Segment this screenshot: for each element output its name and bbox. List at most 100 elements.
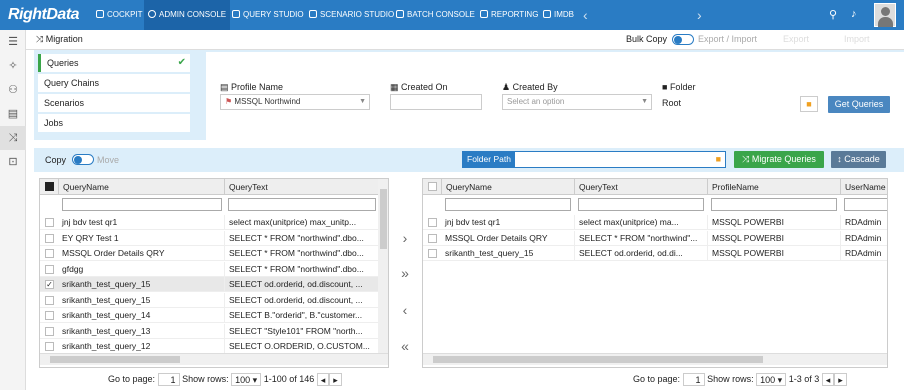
page-input[interactable]: 1	[682, 373, 705, 386]
move-all-right-button[interactable]: »	[395, 265, 415, 281]
cell-querytext: select max(unitprice) ma...	[574, 215, 706, 230]
lock-icon[interactable]: ⊡	[0, 150, 26, 174]
database-sidebar-icon[interactable]: ▤	[0, 102, 26, 126]
scenario-icon	[309, 10, 317, 18]
nav-reporting[interactable]: REPORTING	[476, 0, 542, 30]
filter-querytext-input[interactable]	[228, 198, 376, 211]
page-range: 1-3 of 3	[788, 373, 820, 384]
get-queries-button[interactable]: Get Queries	[828, 96, 890, 113]
link-icon[interactable]: ⚲	[829, 8, 837, 21]
app-logo[interactable]: RightData	[8, 6, 80, 24]
table-row[interactable]: MSSQL Order Details QRY SELECT * FROM "no…	[423, 230, 887, 246]
filter-queryname-input[interactable]	[62, 198, 222, 211]
prev-page-button[interactable]: ◂	[316, 373, 330, 386]
profile-name-select[interactable]: ⚑ MSSQL Northwind ▼	[220, 94, 370, 110]
copy-label: Copy	[45, 155, 67, 165]
select-all-checkbox[interactable]	[45, 182, 54, 191]
migration-icon[interactable]: ⤨	[0, 126, 26, 150]
table-row[interactable]: srikanth_test_query_15 SELECT od.orderid,…	[40, 292, 378, 308]
created-by-label: ♟ Created By	[502, 82, 558, 92]
table-row[interactable]: gfdgg SELECT * FROM "northwind".dbo...	[40, 261, 378, 277]
col-querytext[interactable]: QueryText	[224, 179, 374, 195]
next-page-button[interactable]: ▸	[834, 373, 847, 386]
hierarchy-icon[interactable]: ⚇	[0, 78, 26, 102]
col-username[interactable]: UserName	[840, 179, 887, 195]
tab-queries[interactable]: Queries ✔	[38, 54, 190, 72]
nav-imdb[interactable]: IMDB	[539, 0, 578, 30]
imdb-icon	[543, 10, 551, 18]
user-avatar[interactable]	[874, 3, 896, 27]
folder-icon[interactable]: ■	[716, 154, 721, 164]
tab-query-chains[interactable]: Query Chains	[38, 74, 190, 92]
nav-scenario-studio[interactable]: SCENARIO STUDIO	[305, 0, 398, 30]
row-checkbox[interactable]	[428, 218, 437, 227]
cell-queryname: srikanth_test_query_13	[62, 325, 151, 336]
select-all-checkbox[interactable]	[428, 182, 437, 191]
export-button[interactable]: Export	[783, 34, 809, 44]
bulk-copy-toggle[interactable]	[672, 34, 694, 45]
migrate-queries-button[interactable]: ⤨ Migrate Queries	[734, 151, 824, 168]
row-checkbox[interactable]	[45, 342, 54, 351]
row-checkbox[interactable]	[45, 311, 54, 320]
nav-admin-console[interactable]: ADMIN CONSOLE	[144, 0, 231, 30]
table-row[interactable]: srikanth_test_query_13 SELECT "Style101" …	[40, 323, 378, 339]
table-row[interactable]: ✓ srikanth_test_query_15 SELECT od.orderid…	[40, 277, 378, 292]
table-row[interactable]: srikanth_test_query_12 SELECT O.ORDERID, …	[40, 339, 378, 354]
table-row[interactable]: srikanth_test_query_15 SELECT od.orderid,…	[423, 246, 887, 261]
table-row[interactable]: MSSQL Order Details QRY SELECT * FROM "no…	[40, 246, 378, 261]
rows-per-page-select[interactable]: 100 ▾	[756, 373, 787, 386]
move-left-button[interactable]: ‹	[395, 302, 415, 318]
row-checkbox[interactable]	[428, 249, 437, 258]
col-queryname[interactable]: QueryName	[58, 179, 223, 195]
row-checkbox[interactable]	[428, 233, 437, 243]
row-checkbox[interactable]	[45, 264, 54, 274]
row-checkbox[interactable]	[45, 249, 54, 258]
table-row[interactable]: srikanth_test_query_14 SELECT B."orderid"…	[40, 308, 378, 323]
row-checkbox[interactable]: ✓	[45, 280, 54, 289]
col-profilename[interactable]: ProfileName	[707, 179, 839, 195]
table-row[interactable]: EY QRY Test 1 SELECT * FROM "northwind".d…	[40, 230, 378, 246]
row-checkbox[interactable]	[45, 295, 54, 305]
batch-icon	[396, 10, 404, 18]
page-input[interactable]: 1	[157, 373, 180, 386]
nav-query-studio[interactable]: QUERY STUDIO	[228, 0, 308, 30]
notification-bell-icon[interactable]: ♪	[851, 8, 857, 20]
cascade-button[interactable]: ↕ Cascade	[831, 151, 886, 168]
folder-picker-button[interactable]: ■	[800, 96, 818, 112]
tab-jobs[interactable]: Jobs	[38, 114, 190, 132]
rows-per-page-select[interactable]: 100 ▾	[231, 373, 262, 386]
move-all-left-button[interactable]: «	[395, 338, 415, 354]
created-by-select[interactable]: Select an option ▼	[502, 94, 652, 110]
move-right-button[interactable]: ›	[395, 230, 415, 246]
nav-batch-console[interactable]: BATCH CONSOLE	[392, 0, 479, 30]
import-button[interactable]: Import	[844, 34, 870, 44]
filter-username-input[interactable]	[844, 198, 887, 211]
filter-querytext-input[interactable]	[578, 198, 704, 211]
filter-profilename-input[interactable]	[711, 198, 837, 211]
row-checkbox[interactable]	[45, 326, 54, 336]
tools-icon[interactable]: ✧	[0, 54, 26, 78]
filter-queryname-input[interactable]	[445, 198, 571, 211]
next-page-button[interactable]: ▸	[329, 373, 342, 386]
row-checkbox[interactable]	[45, 233, 54, 243]
col-querytext[interactable]: QueryText	[574, 179, 706, 195]
horizontal-scrollbar[interactable]	[40, 353, 388, 365]
col-queryname[interactable]: QueryName	[441, 179, 573, 195]
hamburger-menu-icon[interactable]: ☰	[0, 30, 26, 54]
horizontal-scrollbar[interactable]	[423, 353, 887, 365]
vertical-scrollbar[interactable]	[378, 179, 388, 353]
nav-prev-chevron-icon[interactable]: ‹	[583, 0, 588, 30]
row-checkbox[interactable]	[45, 218, 54, 227]
prev-page-button[interactable]: ◂	[821, 373, 835, 386]
created-on-input[interactable]	[390, 94, 482, 110]
table-row[interactable]: jnj bdv test qr1 select max(unitprice) ma…	[40, 215, 378, 230]
tab-scenarios[interactable]: Scenarios	[38, 94, 190, 112]
nav-next-chevron-icon[interactable]: ›	[697, 0, 702, 30]
table-row[interactable]: jnj bdv test qr1 select max(unitprice) ma…	[423, 215, 887, 230]
nav-cockpit[interactable]: COCKPIT	[92, 0, 147, 30]
copy-move-toggle[interactable]	[72, 154, 94, 165]
admin-gear-icon	[148, 10, 156, 18]
cell-profilename: MSSQL POWERBI	[707, 230, 839, 246]
folder-icon: ■	[662, 82, 670, 92]
folder-path-field[interactable]: Folder Path ■	[462, 151, 726, 168]
